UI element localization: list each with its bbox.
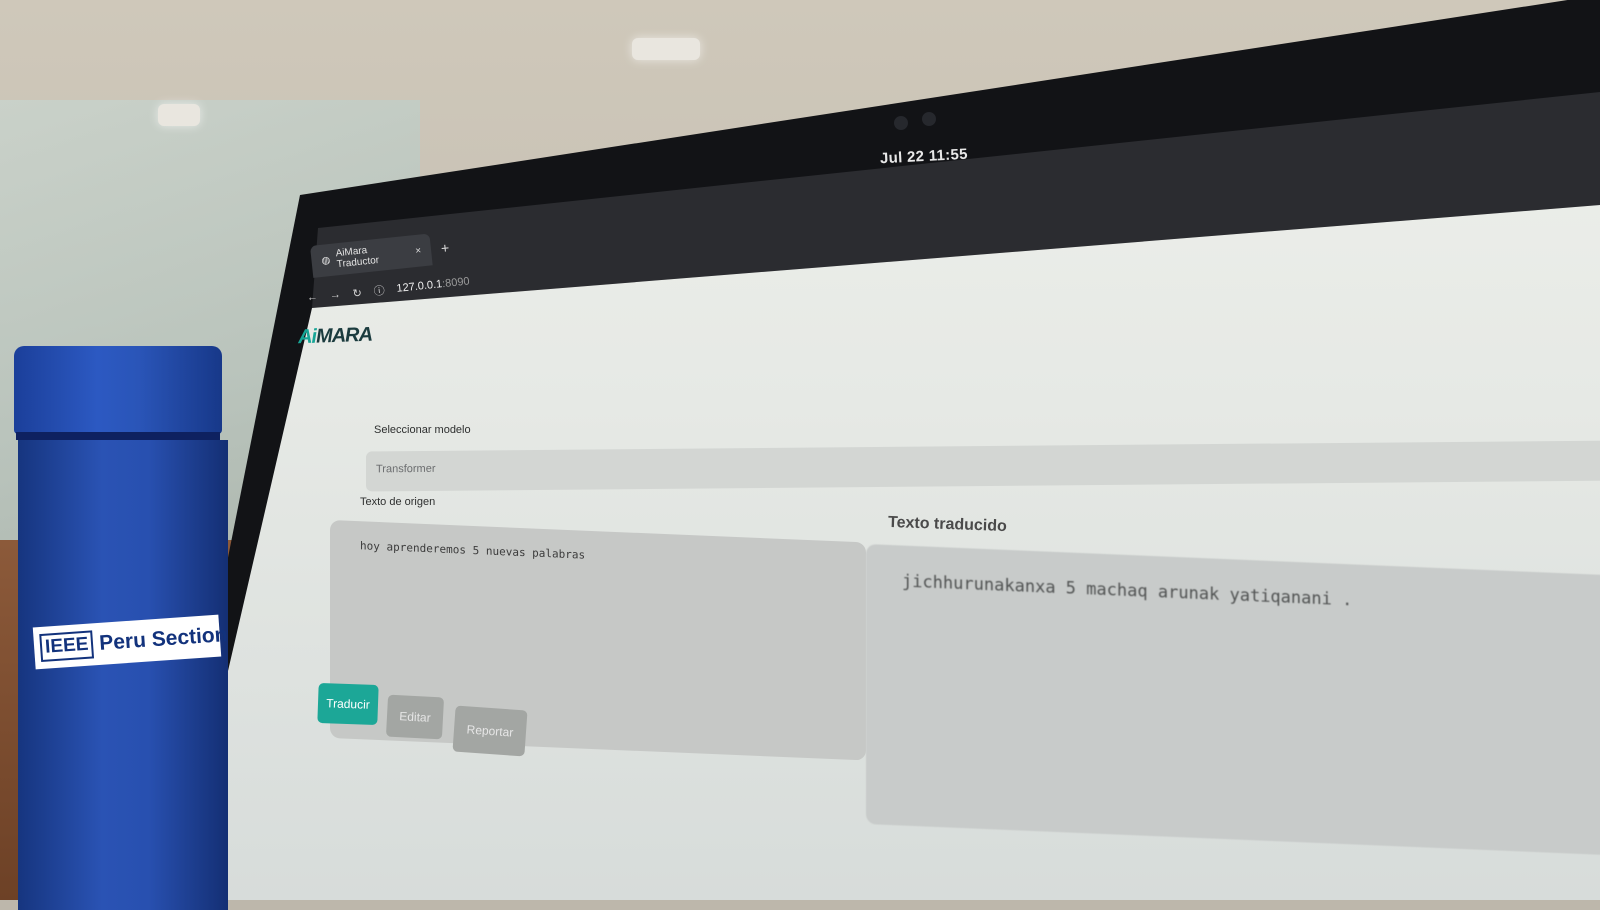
water-bottle: IEEE Peru Section: [14, 346, 229, 910]
bottle-body: [18, 440, 228, 910]
section-name: Peru Section: [98, 623, 229, 655]
model-select-value: Transformer: [376, 462, 436, 476]
logo-rest: MARA: [315, 323, 373, 348]
tab-title: AiMara Traductor: [335, 245, 380, 271]
source-text: hoy aprenderemos 5 nuevas palabras: [360, 539, 586, 562]
translate-button[interactable]: Traducir: [317, 682, 379, 726]
report-button[interactable]: Reportar: [452, 705, 528, 757]
logo-prefix: Ai: [297, 325, 317, 349]
output-text: jichhurunakanxa 5 machaq arunak yatiqana…: [902, 571, 1353, 611]
output-textarea: jichhurunakanxa 5 machaq arunak yatiqana…: [866, 544, 1600, 856]
globe-icon: ◍: [321, 254, 331, 267]
ceiling-light: [158, 104, 200, 126]
source-label: Texto de origen: [360, 496, 436, 508]
webcam-sensor: [922, 112, 936, 126]
webcam: [894, 116, 908, 130]
edit-button[interactable]: Editar: [385, 694, 445, 740]
ceiling-light: [632, 38, 700, 60]
app-logo[interactable]: AiMARA: [298, 324, 373, 350]
url-port: :8090: [441, 275, 471, 291]
reload-icon[interactable]: ↻: [352, 286, 362, 300]
info-icon[interactable]: ⓘ: [373, 282, 386, 299]
model-label: Seleccionar modelo: [374, 424, 471, 436]
back-arrow-icon[interactable]: ←: [306, 291, 318, 304]
bottle-ring: [16, 432, 220, 440]
close-tab-icon[interactable]: ×: [415, 245, 422, 257]
bottle-cap: [14, 346, 222, 434]
ieee-logo: IEEE: [39, 630, 95, 663]
url-host: 127.0.0.1: [395, 278, 443, 295]
new-tab-button[interactable]: +: [440, 240, 450, 257]
forward-arrow-icon[interactable]: →: [329, 289, 341, 302]
